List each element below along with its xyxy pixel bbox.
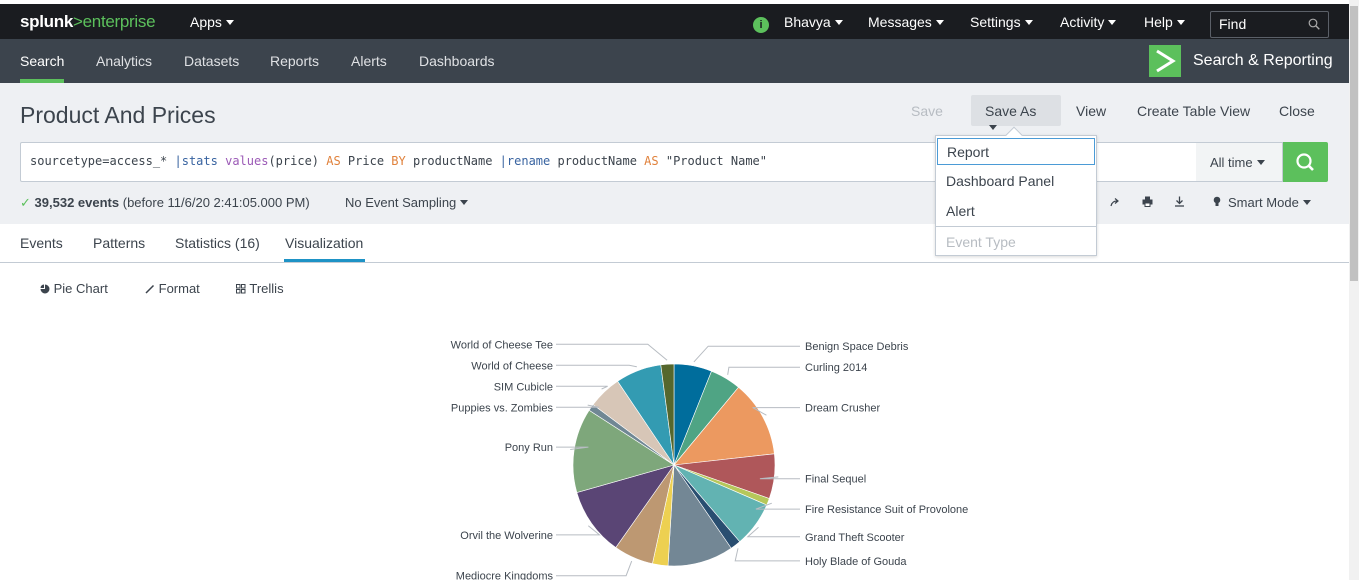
pie-leader-line <box>734 548 800 562</box>
save-as-event-type[interactable]: Event Type <box>936 226 1096 256</box>
pie-slice-label: SIM Cubicle <box>494 381 553 393</box>
pie-slice-label: Fire Resistance Suit of Provolone <box>805 504 968 516</box>
pie-slice-label: World of Cheese Tee <box>451 339 553 351</box>
save-as-dropdown: Report Dashboard Panel Alert Event Type <box>935 126 1097 256</box>
pie-leader-line <box>727 366 800 375</box>
pie-slice-label: Benign Space Debris <box>805 341 909 353</box>
pie-leader-line <box>556 343 668 361</box>
pie-chart: Benign Space Debris Curling 2014 Dream Cru… <box>451 339 969 580</box>
pie-slice-label: Curling 2014 <box>805 362 867 374</box>
scrollbar-thumb[interactable] <box>1350 6 1358 281</box>
save-as-report[interactable]: Report <box>937 138 1095 165</box>
pie-slice-label: World of Cheese <box>471 360 553 372</box>
pie-slice-label: Grand Theft Scooter <box>805 532 905 544</box>
pie-leader-line <box>556 525 601 536</box>
page-scrollbar[interactable] <box>1349 0 1359 580</box>
pie-slice-label: Puppies vs. Zombies <box>451 402 554 414</box>
pie-slice-label: Orvil the Wolverine <box>460 530 553 542</box>
pie-slice-label: Pony Run <box>505 442 553 454</box>
pie-slice-label: Mediocre Kingdoms <box>456 571 554 580</box>
save-as-alert[interactable]: Alert <box>936 196 1096 226</box>
pie-slice-label: Holy Blade of Gouda <box>805 556 907 568</box>
pie-slice-label: Final Sequel <box>805 474 866 486</box>
save-as-dashboard-panel[interactable]: Dashboard Panel <box>936 166 1096 196</box>
pie-leader-line <box>556 385 608 390</box>
pie-slice-label: Dream Crusher <box>805 403 881 415</box>
pie-leader-line <box>746 526 800 538</box>
pie-leader-line <box>556 364 637 368</box>
pie-leader-line <box>556 560 633 577</box>
pie-leader-line <box>693 345 800 363</box>
